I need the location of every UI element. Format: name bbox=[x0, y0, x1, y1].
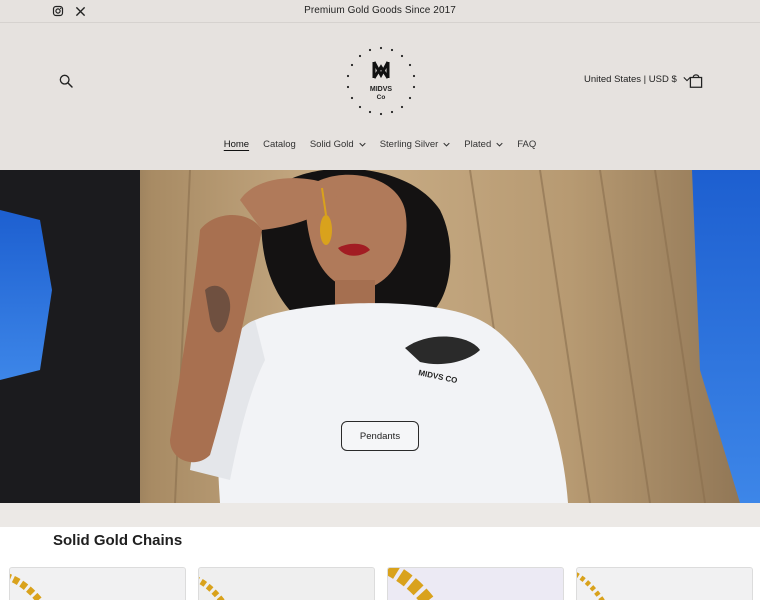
product-card[interactable] bbox=[387, 567, 564, 600]
nav-item-label: Sterling Silver bbox=[379, 139, 439, 150]
main-navigation: Home Catalog Solid Gold Sterling Silver … bbox=[0, 139, 760, 150]
site-logo[interactable]: MIDVS Co bbox=[345, 45, 417, 117]
product-image bbox=[10, 568, 185, 600]
product-card[interactable] bbox=[9, 567, 186, 600]
nav-item-solid-gold[interactable]: Solid Gold bbox=[310, 139, 366, 150]
nav-item-catalog[interactable]: Catalog bbox=[263, 139, 296, 150]
logo-text-line1: MIDVS bbox=[370, 86, 393, 93]
search-icon[interactable] bbox=[58, 73, 74, 89]
logo-text-line2: Co bbox=[377, 94, 386, 101]
nav-item-label: Home bbox=[223, 139, 250, 150]
site-header: MIDVS Co United States | USD $ Home Cata… bbox=[0, 23, 760, 170]
chevron-down-icon bbox=[496, 139, 503, 150]
product-card[interactable] bbox=[198, 567, 375, 600]
product-card[interactable] bbox=[576, 567, 753, 600]
hero-image: MIDVS CO bbox=[0, 170, 760, 503]
hero-banner: MIDVS CO Pendants bbox=[0, 170, 760, 503]
locale-label: United States | USD $ bbox=[584, 74, 677, 85]
nav-item-sterling-silver[interactable]: Sterling Silver bbox=[380, 139, 451, 150]
product-image bbox=[388, 568, 563, 600]
product-image bbox=[577, 568, 752, 600]
nav-item-label: Solid Gold bbox=[309, 139, 354, 150]
chevron-down-icon bbox=[359, 139, 366, 150]
nav-item-label: Plated bbox=[464, 139, 492, 150]
nav-item-plated[interactable]: Plated bbox=[464, 139, 503, 150]
collection-title: Solid Gold Chains bbox=[53, 532, 183, 549]
section-divider bbox=[0, 503, 760, 527]
nav-item-label: FAQ bbox=[517, 139, 537, 150]
announcement-message: Premium Gold Goods Since 2017 bbox=[304, 5, 456, 16]
cart-icon[interactable] bbox=[689, 73, 703, 89]
nav-item-home[interactable]: Home bbox=[224, 139, 249, 150]
product-image bbox=[199, 568, 374, 600]
nav-item-label: Catalog bbox=[263, 139, 296, 150]
announcement-bar: Premium Gold Goods Since 2017 bbox=[0, 0, 760, 23]
chevron-down-icon bbox=[443, 139, 450, 150]
country-currency-selector[interactable]: United States | USD $ bbox=[584, 74, 691, 85]
pendants-button[interactable]: Pendants bbox=[341, 421, 419, 451]
nav-item-faq[interactable]: FAQ bbox=[517, 139, 536, 150]
